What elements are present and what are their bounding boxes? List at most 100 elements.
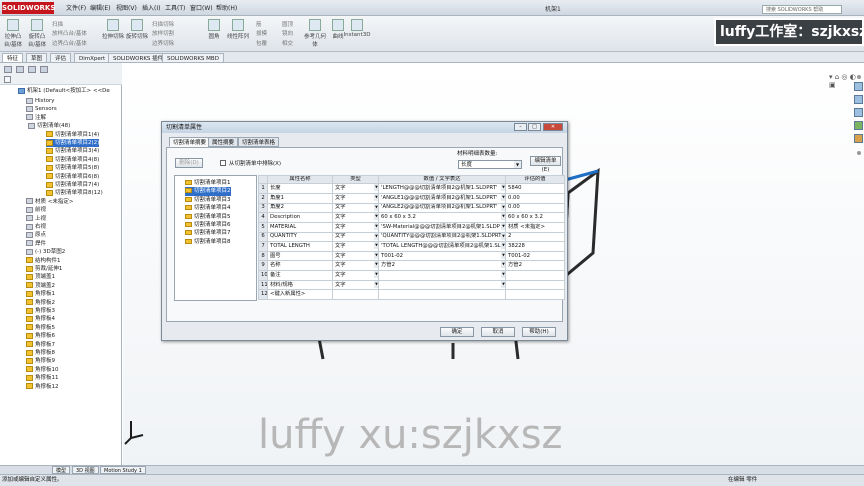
ribbon-draft[interactable]: 拔模 (256, 29, 267, 37)
table-cell-expr[interactable] (378, 289, 506, 300)
tab-evaluate[interactable]: 评估 (50, 53, 72, 63)
table-cell-type[interactable]: 文字 ▼ (332, 241, 379, 252)
table-cell-expr[interactable]: 'ANGLE2@@@切割清单项目2@机架1.SLDPRT' ▼ (378, 202, 506, 214)
tab-addins[interactable]: SOLIDWORKS 插件 (108, 53, 169, 63)
menu-tools[interactable]: 工具(T) (165, 3, 185, 12)
config-manager-icon[interactable] (28, 66, 36, 73)
ribbon-sweep[interactable]: 扫描 (52, 20, 63, 28)
cut-list-item[interactable]: 切割清单项目5 (185, 213, 231, 221)
delete-button[interactable]: 删除(D) (175, 158, 203, 168)
tree-item[interactable]: History (26, 97, 55, 105)
tree-item[interactable]: 结构构件1 (26, 257, 61, 265)
tree-item[interactable]: 切割清单项目2(2) (46, 139, 100, 148)
extrude-cut-button[interactable]: 拉伸切除 (102, 19, 124, 40)
cut-list-item[interactable]: 切割清单项目1 (185, 179, 231, 187)
cut-list-item[interactable]: 切割清单项目3 (185, 196, 231, 204)
tree-item[interactable]: 切割清单项目7(4) (46, 181, 99, 189)
ribbon-boundary-cut[interactable]: 边界切除 (152, 39, 174, 47)
table-cell-expr[interactable]: T001-02 ▼ (378, 250, 506, 262)
cut-list-item[interactable]: 切割清单项目4 (185, 204, 231, 212)
table-cell-type[interactable]: 文字 ▼ (332, 260, 379, 272)
tree-item[interactable]: 切割清单项目1(4) (46, 131, 99, 139)
table-cell-type[interactable]: 文字 ▼ (332, 212, 379, 223)
tree-item[interactable]: Sensors (26, 105, 57, 113)
cut-list-item[interactable]: 切割清单项目6 (185, 221, 231, 229)
tree-item[interactable]: 顶端盖2 (26, 282, 55, 290)
revolve-cut-button[interactable]: 旋转切除 (126, 19, 148, 40)
tab-sketch[interactable]: 草图 (26, 53, 48, 63)
tree-item[interactable]: 右视 (26, 223, 46, 231)
table-cell-name[interactable]: TOTAL LENGTH (267, 241, 333, 252)
cut-list-item[interactable]: 切割清单项目7 (185, 229, 231, 237)
table-cell-expr[interactable]: 'LENGTH@@@切割清单项目2@机架1.SLDPRT' ▼ (378, 183, 506, 194)
menu-insert[interactable]: 插入(I) (142, 3, 160, 12)
ribbon-loft-cut[interactable]: 放样切割 (152, 29, 174, 37)
appearances-icon[interactable] (854, 121, 863, 130)
tree-item[interactable]: 角撑板2 (26, 299, 55, 307)
tree-item[interactable]: 机架1 (Default<按加工> <<De (18, 87, 110, 95)
table-cell-name[interactable]: 角度1 (267, 192, 333, 204)
table-cell-name[interactable]: 图号 (267, 250, 333, 262)
table-cell-name[interactable]: MATERIAL (267, 221, 333, 233)
tree-item[interactable]: 切割清单项目4(8) (46, 156, 99, 164)
exclude-checkbox[interactable] (220, 160, 226, 166)
table-cell-type[interactable]: 文字 ▼ (332, 250, 379, 262)
tree-item[interactable]: 角撑板11 (26, 374, 59, 382)
menu-view[interactable]: 视图(V) (116, 3, 137, 12)
ribbon-sweep-cut[interactable]: 扫描切除 (152, 20, 174, 28)
table-cell-name[interactable]: 备注 (267, 270, 333, 281)
custom-properties-icon[interactable] (854, 134, 863, 143)
table-cell-name[interactable]: QUANTITY (267, 231, 333, 243)
dimxpert-manager-icon[interactable] (40, 66, 48, 73)
table-cell-expr[interactable]: 'ANGLE1@@@切割清单项目2@机架1.SLDPRT' ▼ (378, 192, 506, 204)
table-cell-name[interactable]: 材料/规格 (267, 279, 333, 291)
table-cell-expr[interactable]: 'TOTAL LENGTH@@@切割清单项目2@机架1.SL ▼ (378, 241, 506, 252)
ribbon-loft[interactable]: 放样凸台/基体 (52, 29, 87, 37)
tab-cut-list-summary[interactable]: 切割清单摘要 (169, 137, 211, 147)
tree-item[interactable]: 角撑板6 (26, 332, 55, 340)
table-cell-type[interactable]: 文字 ▼ (332, 221, 379, 233)
bom-quantity-select[interactable]: 长度 ▼ (458, 160, 522, 169)
table-cell-type[interactable]: 文字 ▼ (332, 270, 379, 281)
tab-property-summary[interactable]: 属性摘要 (208, 137, 239, 147)
fillet-button[interactable]: 圆角 (204, 19, 224, 40)
tree-item[interactable]: 角撑板3 (26, 307, 55, 315)
tree-item[interactable]: 上视 (26, 215, 46, 223)
table-cell-expr[interactable]: 60 x 60 x 3.2 ▼ (378, 212, 506, 223)
menu-window[interactable]: 窗口(W) (190, 3, 213, 12)
tab-features[interactable]: 特征 (2, 53, 24, 63)
tree-item[interactable]: 角撑板10 (26, 366, 59, 374)
tree-item[interactable]: (-) 3D草图2 (26, 248, 65, 256)
tree-item[interactable]: 角撑板7 (26, 341, 55, 349)
ribbon-mirror[interactable]: 镜向 (282, 29, 293, 37)
table-cell-name[interactable]: 名称 (267, 260, 333, 272)
tree-item[interactable]: 焊件 (26, 240, 46, 248)
ribbon-wrap[interactable]: 包覆 (256, 39, 267, 47)
feature-tree-icon[interactable] (4, 66, 12, 73)
ribbon-dome[interactable]: 圆顶 (282, 20, 293, 28)
table-cell-type[interactable]: 文字 ▼ (332, 231, 379, 243)
cut-list-item[interactable]: 切割清单项目2 (185, 187, 231, 196)
tree-item[interactable]: 剪裁/延伸1 (26, 265, 62, 273)
tree-item[interactable]: 材质 <未指定> (26, 198, 73, 206)
edit-list-button[interactable]: 编辑清单(E) (530, 156, 561, 173)
table-cell-type[interactable] (332, 289, 379, 300)
table-cell-expr[interactable]: 'SW-Material@@@切割清单项目2@机架1.SLDP ▼ (378, 221, 506, 233)
tab-dimxpert[interactable]: DimXpert (74, 53, 111, 63)
close-button[interactable]: ✕ (543, 123, 563, 131)
tree-item[interactable]: 切割清单项目6(8) (46, 173, 99, 181)
tree-item[interactable]: 角撑板9 (26, 357, 55, 365)
table-cell-name[interactable]: Description (267, 212, 333, 223)
tree-item[interactable]: 切割清单项目5(8) (46, 164, 99, 172)
table-cell-expr[interactable]: ▼ (378, 270, 506, 281)
tab-model[interactable]: 模型 (52, 466, 71, 474)
tree-item[interactable]: 前视 (26, 206, 46, 214)
ribbon-rib[interactable]: 筋 (256, 20, 262, 28)
filter-icon[interactable] (4, 76, 11, 83)
tree-item[interactable]: 切割清单项目8(12) (46, 189, 103, 197)
minimize-button[interactable]: – (514, 123, 527, 131)
table-cell-expr[interactable]: 'QUANTITY@@@切割清单项目2@机架1.SLDPRT ▼ (378, 231, 506, 243)
tree-item[interactable]: 切割清单项目3(4) (46, 147, 99, 155)
design-library-icon[interactable] (854, 82, 863, 91)
tab-mbd[interactable]: SOLIDWORKS MBD (162, 53, 224, 63)
